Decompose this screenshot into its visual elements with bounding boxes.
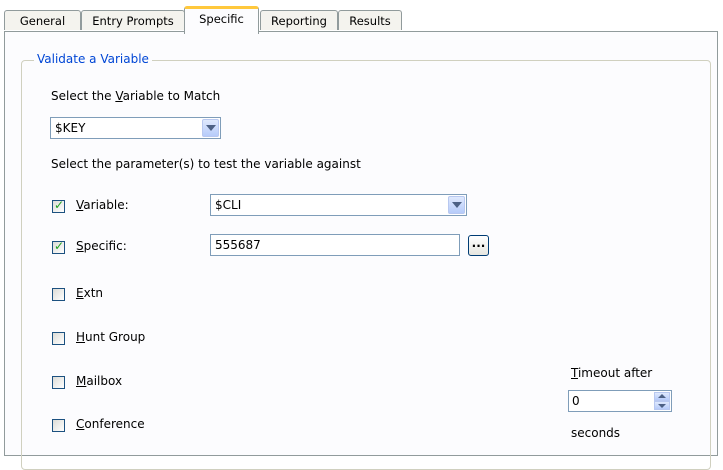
tab-label: Results xyxy=(349,14,391,28)
tab-results[interactable]: Results xyxy=(338,10,402,30)
label-part: Select the xyxy=(51,89,116,103)
label-part: ariable: xyxy=(83,198,129,212)
timeout-unit-label: seconds xyxy=(571,426,621,440)
tab-panel: Validate a Variable Select the Variable … xyxy=(4,31,718,470)
tab-general[interactable]: General xyxy=(4,10,81,30)
label-part: onference xyxy=(84,417,145,431)
label-mnemonic: M xyxy=(76,374,87,388)
combo-value: $CLI xyxy=(215,198,242,212)
label-mnemonic: H xyxy=(76,330,86,344)
variable-to-match-combo[interactable]: $KEY xyxy=(50,117,221,139)
extn-checkbox[interactable] xyxy=(52,288,65,301)
specific-value-input[interactable]: 555687 xyxy=(210,234,460,256)
combo-value: $KEY xyxy=(55,121,86,135)
mailbox-checkbox[interactable] xyxy=(52,376,65,389)
tab-entry-prompts[interactable]: Entry Prompts xyxy=(81,10,185,30)
hunt-group-checkbox[interactable] xyxy=(52,332,65,345)
spin-down-icon[interactable] xyxy=(654,401,670,410)
hunt-group-checkbox-label: Hunt Group xyxy=(76,330,145,344)
label-part: pecific: xyxy=(83,239,127,253)
tab-label: Entry Prompts xyxy=(92,14,174,28)
chevron-down-icon[interactable] xyxy=(448,196,465,214)
select-variable-label: Select the Variable to Match xyxy=(51,89,220,103)
timeout-spinner[interactable]: 0 xyxy=(568,390,672,412)
label-part: imeout after xyxy=(577,366,653,380)
browse-ellipsis-button[interactable]: ... xyxy=(468,235,489,256)
variable-value-combo[interactable]: $CLI xyxy=(210,194,467,216)
ellipsis-icon: ... xyxy=(471,236,486,250)
tab-specific[interactable]: Specific xyxy=(184,6,259,34)
label-mnemonic: S xyxy=(76,239,84,253)
label-part: unt Group xyxy=(85,330,146,344)
tab-reporting[interactable]: Reporting xyxy=(260,10,338,30)
tab-label: General xyxy=(19,14,66,28)
label-part: ailbox xyxy=(86,374,123,388)
label-mnemonic: V xyxy=(115,89,123,103)
input-value: 555687 xyxy=(215,238,261,252)
variable-checkbox[interactable]: ✓ xyxy=(52,198,65,213)
conference-checkbox[interactable] xyxy=(52,419,65,432)
variable-checkbox-label: Variable: xyxy=(76,198,129,212)
groupbox-title: Validate a Variable xyxy=(34,52,152,66)
timeout-label: Timeout after xyxy=(571,366,652,380)
mailbox-checkbox-label: Mailbox xyxy=(76,374,122,388)
check-icon: ✓ xyxy=(54,239,65,253)
parameter-label: Select the parameter(s) to test the vari… xyxy=(51,157,361,171)
extn-checkbox-label: Extn xyxy=(76,286,103,300)
specific-checkbox-label: Specific: xyxy=(76,239,127,253)
tab-label: Specific xyxy=(199,12,244,26)
label-mnemonic: T xyxy=(571,366,578,380)
chevron-down-icon[interactable] xyxy=(202,119,219,137)
tab-label: Reporting xyxy=(271,14,327,28)
label-part: xtn xyxy=(83,286,104,300)
spinner-value: 0 xyxy=(572,394,580,408)
specific-checkbox[interactable]: ✓ xyxy=(52,239,65,254)
conference-checkbox-label: Conference xyxy=(76,417,145,431)
spin-up-icon[interactable] xyxy=(654,392,670,401)
label-mnemonic: E xyxy=(76,286,84,300)
check-icon: ✓ xyxy=(54,198,65,212)
label-part: ariable to Match xyxy=(122,89,221,103)
